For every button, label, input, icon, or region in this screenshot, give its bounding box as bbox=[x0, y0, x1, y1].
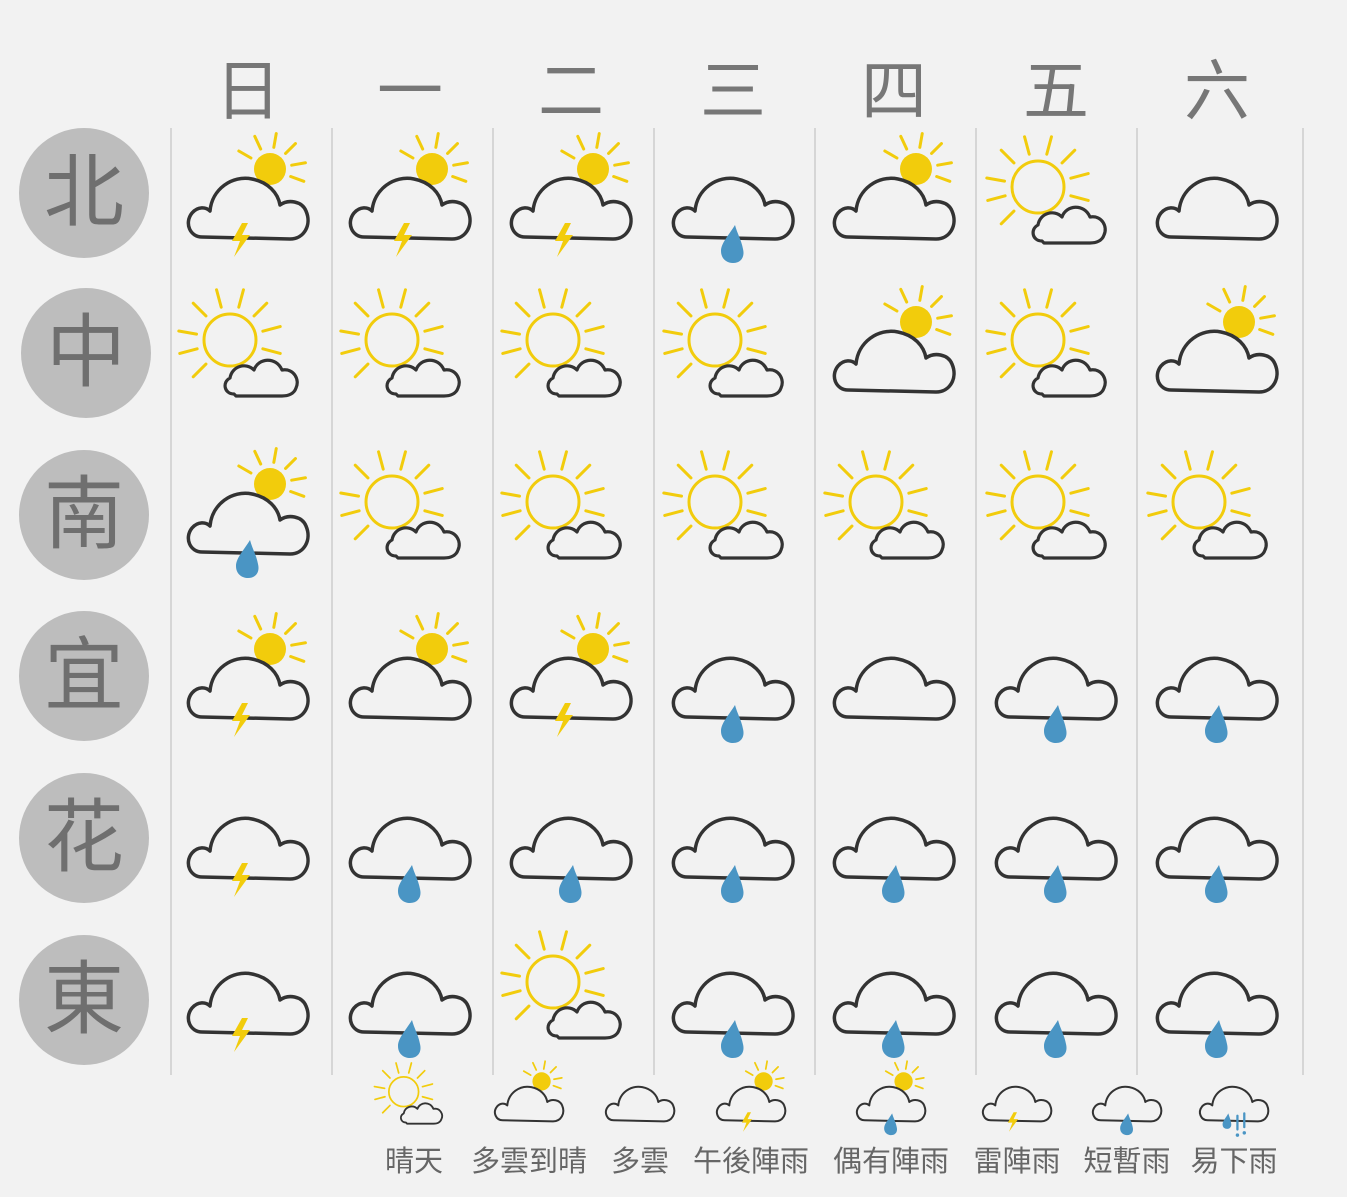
rain-icon bbox=[986, 615, 1126, 755]
rain-icon bbox=[340, 775, 480, 915]
rain-icon bbox=[340, 930, 480, 1070]
column-divider bbox=[331, 128, 333, 1075]
legend-label: 晴天 bbox=[384, 1144, 443, 1178]
sunny-icon bbox=[985, 450, 1126, 590]
column-divider bbox=[1302, 128, 1304, 1075]
cloud-sun-icon bbox=[1147, 285, 1287, 428]
legend-label: 易下雨 bbox=[1190, 1144, 1278, 1178]
rain-icon bbox=[824, 930, 964, 1070]
legend-label: 偶有陣雨 bbox=[832, 1144, 949, 1178]
sunny-icon bbox=[177, 288, 318, 428]
thunder-icon bbox=[178, 775, 318, 915]
thunder-sun-icon bbox=[340, 132, 480, 275]
day-header: 一 bbox=[377, 53, 443, 130]
legend-item: 午後陣雨 bbox=[686, 1060, 816, 1178]
rain-icon bbox=[663, 135, 803, 275]
region-badge: 北 bbox=[19, 128, 149, 258]
thunder-sun-icon bbox=[178, 132, 318, 275]
sunny-icon bbox=[985, 135, 1126, 275]
cloud-sun-icon bbox=[824, 132, 964, 275]
sunny-icon bbox=[339, 450, 480, 590]
legend-label: 午後陣雨 bbox=[692, 1144, 809, 1178]
rain-icon bbox=[824, 775, 964, 915]
legend-item: 易下雨 bbox=[1169, 1062, 1299, 1178]
cloud-icon bbox=[1147, 135, 1287, 275]
region-badge: 東 bbox=[19, 935, 149, 1065]
sunny-icon bbox=[823, 450, 964, 590]
rain-icon bbox=[1147, 615, 1287, 755]
sunny-icon bbox=[500, 288, 641, 428]
sunny-icon bbox=[1146, 450, 1287, 590]
cloud-sun-icon bbox=[340, 612, 480, 755]
rain-icon bbox=[501, 775, 641, 915]
sunny-icon bbox=[662, 450, 803, 590]
thunder-icon bbox=[178, 930, 318, 1070]
sunny-icon bbox=[985, 288, 1126, 428]
thunder-sun-icon bbox=[686, 1060, 816, 1142]
column-divider bbox=[170, 128, 172, 1075]
rain-icon bbox=[986, 930, 1126, 1070]
column-divider bbox=[814, 128, 816, 1075]
thunder-sun-icon bbox=[501, 132, 641, 275]
column-divider bbox=[1136, 128, 1138, 1075]
region-badge: 南 bbox=[19, 450, 149, 580]
column-divider bbox=[653, 128, 655, 1075]
day-header: 三 bbox=[700, 53, 766, 130]
showers-icon bbox=[1169, 1062, 1299, 1142]
rain-icon bbox=[1147, 930, 1287, 1070]
rain-icon bbox=[986, 775, 1126, 915]
day-header: 五 bbox=[1023, 53, 1089, 130]
legend-item: 晴天 bbox=[349, 1062, 479, 1178]
column-divider bbox=[975, 128, 977, 1075]
sunny-icon bbox=[500, 930, 641, 1070]
rain-icon bbox=[663, 775, 803, 915]
sunny-icon bbox=[662, 288, 803, 428]
weather-forecast-grid: 日一二三四五六北中南宜花東晴天 多雲到晴 多雲 午後陣雨 偶有陣雨 雷陣雨 短暫雨 易下雨 bbox=[0, 0, 1347, 1197]
cloud-icon bbox=[824, 615, 964, 755]
cloud-sun-icon bbox=[824, 285, 964, 428]
sunny-icon bbox=[349, 1062, 479, 1142]
rain-icon bbox=[663, 930, 803, 1070]
region-badge: 宜 bbox=[19, 611, 149, 741]
thunder-sun-icon bbox=[178, 612, 318, 755]
day-header: 六 bbox=[1184, 53, 1250, 130]
rain-sun-icon bbox=[178, 447, 318, 590]
rain-icon bbox=[663, 615, 803, 755]
day-header: 日 bbox=[215, 53, 281, 130]
thunder-sun-icon bbox=[501, 612, 641, 755]
column-divider bbox=[492, 128, 494, 1075]
rain-icon bbox=[1147, 775, 1287, 915]
legend-item: 偶有陣雨 bbox=[826, 1060, 956, 1178]
sunny-icon bbox=[339, 288, 480, 428]
rain-sun-icon bbox=[826, 1060, 956, 1142]
sunny-icon bbox=[500, 450, 641, 590]
region-badge: 花 bbox=[19, 773, 149, 903]
day-header: 四 bbox=[861, 53, 927, 130]
region-badge: 中 bbox=[21, 288, 151, 418]
day-header: 二 bbox=[538, 53, 604, 130]
